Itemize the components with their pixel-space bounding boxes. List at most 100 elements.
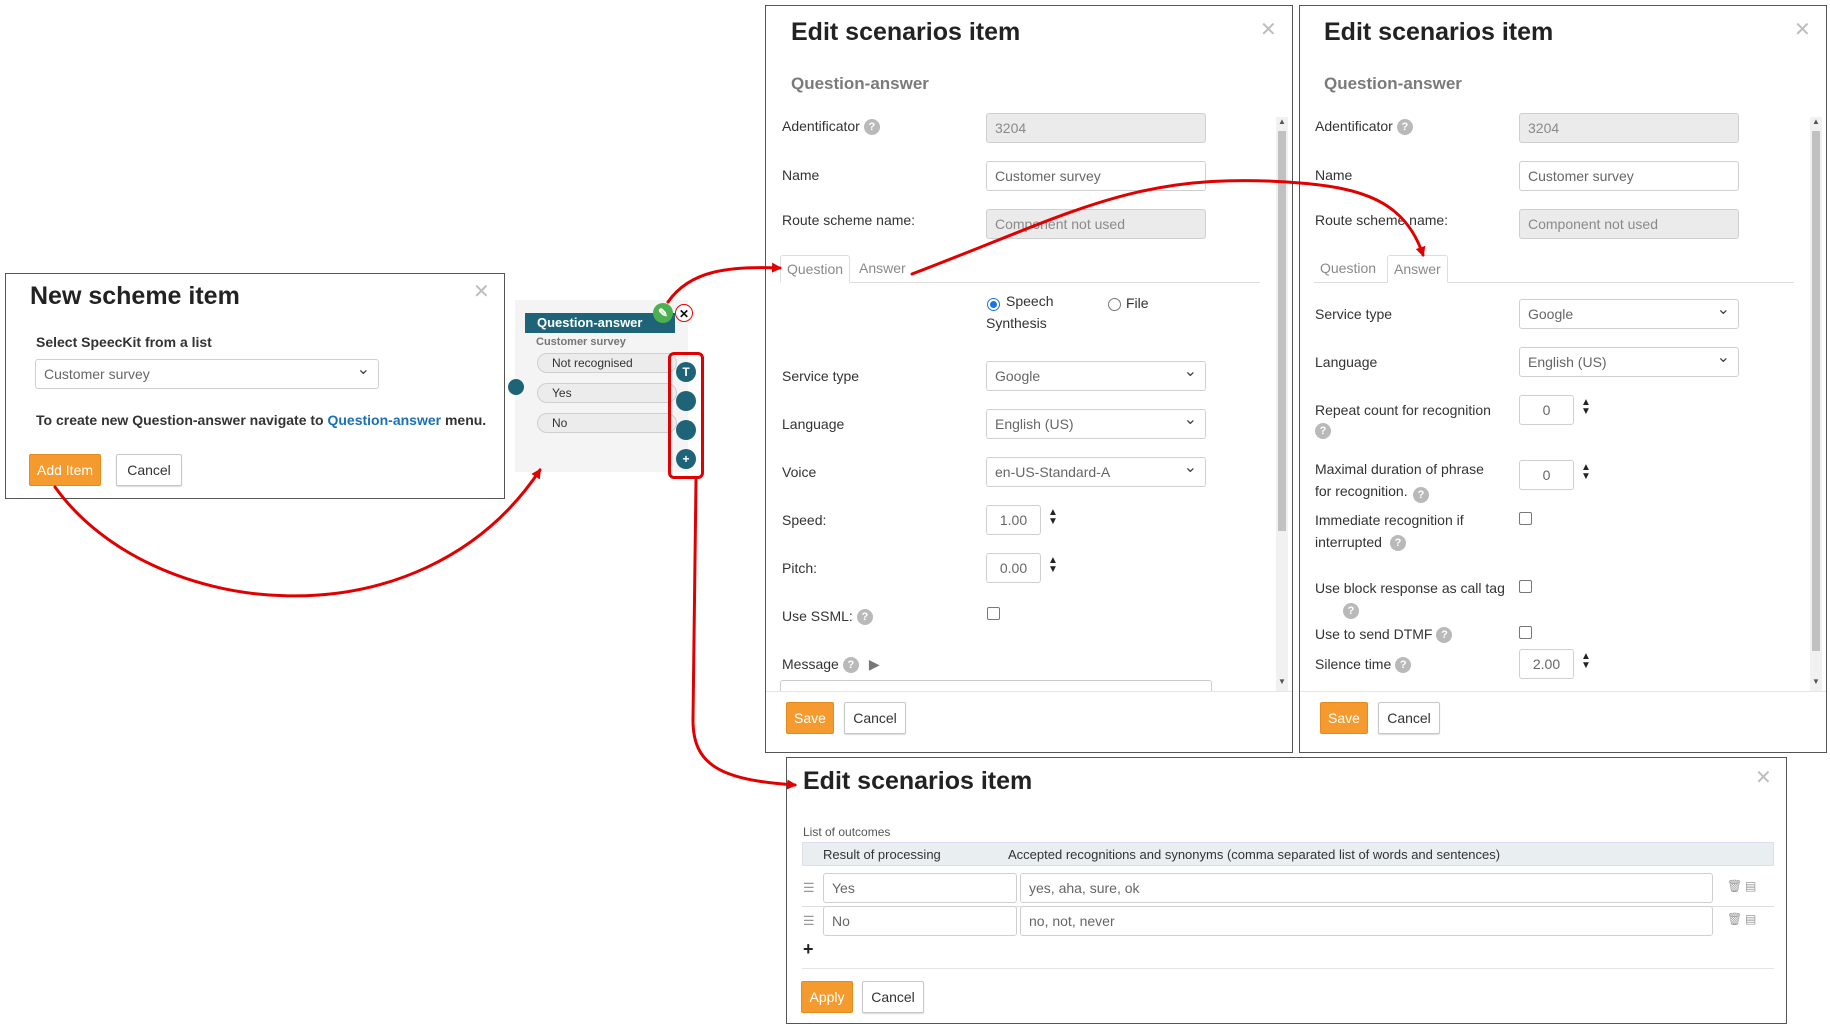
cancel-button[interactable]: Cancel bbox=[1378, 702, 1440, 734]
edit-outcomes-dialog: Edit scenarios item ✕ List of outcomes R… bbox=[786, 757, 1787, 1024]
accepted-field[interactable]: no, not, never bbox=[1020, 906, 1713, 936]
scrollbar[interactable]: ▲ ▼ bbox=[1276, 117, 1288, 691]
identificator-text: Adentificator bbox=[782, 118, 860, 134]
repeat-count-stepper[interactable]: ▲ ▼ bbox=[1580, 398, 1592, 417]
dtmf-checkbox[interactable] bbox=[1519, 626, 1532, 639]
scroll-thumb[interactable] bbox=[1278, 131, 1286, 531]
tab-answer[interactable]: Answer bbox=[1387, 255, 1448, 283]
message-textarea[interactable] bbox=[780, 680, 1212, 691]
copy-icon[interactable]: ▤ bbox=[1745, 879, 1756, 893]
silence-time-input[interactable]: 2.00 bbox=[1519, 649, 1574, 679]
speechkit-select[interactable]: Customer survey bbox=[35, 359, 379, 389]
scroll-up-icon[interactable]: ▲ bbox=[1276, 117, 1288, 126]
speed-stepper[interactable]: ▲ ▼ bbox=[1047, 508, 1059, 527]
edit-pencil-icon[interactable]: ✎ bbox=[653, 303, 673, 323]
help-icon[interactable]: ? bbox=[856, 609, 873, 626]
save-button[interactable]: Save bbox=[786, 702, 834, 734]
file-radio[interactable] bbox=[1108, 298, 1121, 311]
help-icon[interactable]: ? bbox=[1390, 535, 1406, 551]
tab-question[interactable]: Question bbox=[780, 255, 851, 283]
list-of-outcomes-label: List of outcomes bbox=[803, 825, 891, 839]
route-label: Route scheme name: bbox=[1315, 212, 1449, 228]
scroll-down-icon[interactable]: ▼ bbox=[1276, 677, 1288, 686]
add-item-button[interactable]: Add Item bbox=[29, 454, 101, 486]
question-answer-node[interactable]: Question-answer Customer survey Not reco… bbox=[515, 300, 688, 472]
pitch-stepper[interactable]: ▲ ▼ bbox=[1047, 556, 1059, 575]
block-response-checkbox[interactable] bbox=[1519, 580, 1532, 593]
repeat-count-label: Repeat count for recognition bbox=[1315, 402, 1491, 418]
add-row-icon[interactable]: + bbox=[803, 939, 814, 960]
language-select[interactable]: English (US) bbox=[1519, 347, 1739, 377]
repeat-count-input[interactable]: 0 bbox=[1519, 395, 1574, 425]
apply-button[interactable]: Apply bbox=[801, 981, 853, 1013]
result-field[interactable]: No bbox=[823, 906, 1017, 936]
voice-label: Voice bbox=[782, 464, 817, 480]
save-button[interactable]: Save bbox=[1320, 702, 1368, 734]
pitch-input[interactable]: 0.00 bbox=[986, 553, 1041, 583]
name-label: Name bbox=[1315, 167, 1353, 183]
help-icon[interactable]: ? bbox=[1396, 119, 1413, 136]
help-icon[interactable]: ? bbox=[1413, 487, 1429, 503]
scroll-down-icon[interactable]: ▼ bbox=[1810, 677, 1822, 686]
close-icon[interactable]: ✕ bbox=[1794, 20, 1811, 40]
footer-divider bbox=[766, 691, 1292, 692]
help-icon[interactable]: ? bbox=[1395, 657, 1412, 674]
ssml-checkbox[interactable] bbox=[987, 607, 1000, 620]
node-input-port[interactable] bbox=[508, 379, 524, 395]
help-icon[interactable]: ? bbox=[842, 657, 859, 674]
cancel-button[interactable]: Cancel bbox=[862, 981, 924, 1013]
language-select[interactable]: English (US) bbox=[986, 409, 1206, 439]
help-icon[interactable]: ? bbox=[1315, 423, 1331, 439]
silence-time-stepper[interactable]: ▲ ▼ bbox=[1580, 652, 1592, 671]
drag-handle-icon[interactable]: ☰ bbox=[803, 913, 815, 929]
language-label: Language bbox=[1315, 354, 1378, 370]
max-duration-input[interactable]: 0 bbox=[1519, 460, 1574, 490]
tab-divider bbox=[780, 282, 1260, 283]
port-no[interactable] bbox=[676, 420, 696, 440]
immediate-recognition-checkbox[interactable] bbox=[1519, 512, 1532, 525]
drag-handle-icon[interactable]: ☰ bbox=[803, 880, 815, 896]
question-answer-link[interactable]: Question-answer bbox=[327, 412, 441, 428]
help-icon[interactable]: ? bbox=[1343, 603, 1359, 619]
scroll-thumb[interactable] bbox=[1812, 131, 1820, 651]
service-type-label: Service type bbox=[782, 368, 860, 384]
add-port-icon[interactable]: + bbox=[676, 449, 696, 469]
close-icon[interactable]: ✕ bbox=[1755, 768, 1772, 788]
edit-question-dialog: Edit scenarios item ✕ Question-answer Ad… bbox=[765, 5, 1293, 753]
name-field[interactable]: Customer survey bbox=[1519, 161, 1739, 191]
result-field[interactable]: Yes bbox=[823, 873, 1017, 903]
accepted-field[interactable]: yes, aha, sure, ok bbox=[1020, 873, 1713, 903]
speed-label: Speed: bbox=[782, 512, 827, 528]
name-field[interactable]: Customer survey bbox=[986, 161, 1206, 191]
port-yes[interactable] bbox=[676, 391, 696, 411]
node-subtitle: Customer survey bbox=[536, 336, 626, 348]
dialog-title: New scheme item bbox=[30, 282, 240, 310]
tab-answer[interactable]: Answer bbox=[853, 255, 912, 283]
tab-divider bbox=[1314, 282, 1794, 283]
close-icon[interactable]: ✕ bbox=[473, 282, 490, 302]
help-icon[interactable]: ? bbox=[1436, 627, 1453, 644]
delete-icon[interactable]: 🗑 bbox=[1727, 912, 1742, 926]
name-label: Name bbox=[782, 167, 820, 183]
cancel-button[interactable]: Cancel bbox=[116, 454, 182, 486]
node-close-icon[interactable]: ✕ bbox=[675, 304, 693, 322]
dialog-subtitle: Question-answer bbox=[791, 74, 929, 93]
expand-arrow-icon[interactable]: ▶ bbox=[869, 656, 880, 672]
voice-select[interactable]: en-US-Standard-A bbox=[986, 457, 1206, 487]
dtmf-label: Use to send DTMF? bbox=[1315, 626, 1453, 644]
service-type-select[interactable]: Google bbox=[1519, 299, 1739, 329]
close-icon[interactable]: ✕ bbox=[1260, 20, 1277, 40]
silence-time-label: Silence time? bbox=[1315, 656, 1412, 674]
service-type-select[interactable]: Google bbox=[986, 361, 1206, 391]
tab-question[interactable]: Question bbox=[1314, 255, 1382, 283]
port-not-recognised[interactable]: T bbox=[676, 362, 696, 382]
copy-icon[interactable]: ▤ bbox=[1745, 912, 1756, 926]
scrollbar[interactable]: ▲ ▼ bbox=[1810, 117, 1822, 691]
speed-input[interactable]: 1.00 bbox=[986, 505, 1041, 535]
cancel-button[interactable]: Cancel bbox=[844, 702, 906, 734]
help-icon[interactable]: ? bbox=[863, 119, 880, 136]
scroll-up-icon[interactable]: ▲ bbox=[1810, 117, 1822, 126]
identificator-label: Adentificator? bbox=[1315, 118, 1413, 136]
max-duration-stepper[interactable]: ▲ ▼ bbox=[1580, 463, 1592, 482]
delete-icon[interactable]: 🗑 bbox=[1727, 879, 1742, 893]
